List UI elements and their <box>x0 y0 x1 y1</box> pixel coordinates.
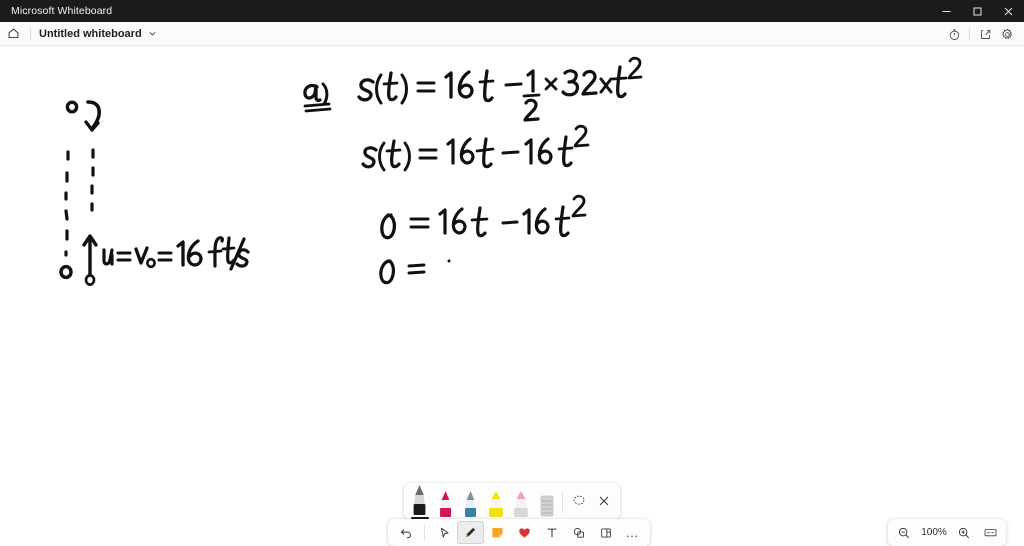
chevron-down-icon[interactable] <box>148 29 157 38</box>
whiteboard-canvas[interactable] <box>0 47 1024 546</box>
pen-pink[interactable] <box>432 483 457 519</box>
more-options-label: … <box>625 524 640 540</box>
close-button[interactable] <box>993 0 1024 22</box>
app-header: Untitled whiteboard <box>0 22 1024 46</box>
pen-tool-button[interactable] <box>457 521 484 544</box>
text-tool-button[interactable] <box>538 521 565 544</box>
shapes-tool-button[interactable] <box>565 521 592 544</box>
zoom-level-label[interactable]: 100% <box>917 527 951 538</box>
window-title: Microsoft Whiteboard <box>11 5 113 17</box>
settings-gear-icon[interactable] <box>996 23 1018 45</box>
pen-blue[interactable] <box>458 483 483 519</box>
main-toolbar: … <box>388 519 650 546</box>
ink-strokes <box>59 56 643 286</box>
app-header-actions <box>943 22 1018 46</box>
reaction-heart-button[interactable] <box>511 521 538 544</box>
zoom-in-button[interactable] <box>951 521 977 544</box>
zoom-controls: 100% <box>888 519 1006 546</box>
window-titlebar: Microsoft Whiteboard <box>0 0 1024 22</box>
close-pen-tray-icon[interactable] <box>592 483 617 519</box>
pen-tray <box>404 483 620 519</box>
header-divider <box>30 27 31 40</box>
more-options-button[interactable]: … <box>619 521 646 544</box>
table-tool-button[interactable] <box>592 521 619 544</box>
maximize-button[interactable] <box>962 0 993 22</box>
undo-button[interactable] <box>392 521 419 544</box>
timer-icon[interactable] <box>943 23 965 45</box>
highlighter-pink[interactable] <box>509 483 534 519</box>
pen-tray-divider <box>562 491 564 513</box>
sticky-note-button[interactable] <box>484 521 511 544</box>
home-icon[interactable] <box>0 22 26 46</box>
document-title[interactable]: Untitled whiteboard <box>39 28 142 40</box>
highlighter-yellow[interactable] <box>483 483 508 519</box>
window-controls <box>931 0 1024 22</box>
fit-to-screen-button[interactable] <box>977 521 1003 544</box>
pen-black[interactable] <box>407 480 432 519</box>
eraser[interactable] <box>534 483 559 519</box>
whiteboard-app: Microsoft Whiteboard Untitled whiteboard <box>0 0 1024 546</box>
actions-divider <box>969 27 970 41</box>
toolbar-divider-1 <box>424 525 425 540</box>
lasso-select-icon[interactable] <box>566 483 591 519</box>
select-tool-button[interactable] <box>430 521 457 544</box>
share-icon[interactable] <box>974 23 996 45</box>
zoom-out-button[interactable] <box>891 521 917 544</box>
minimize-button[interactable] <box>931 0 962 22</box>
